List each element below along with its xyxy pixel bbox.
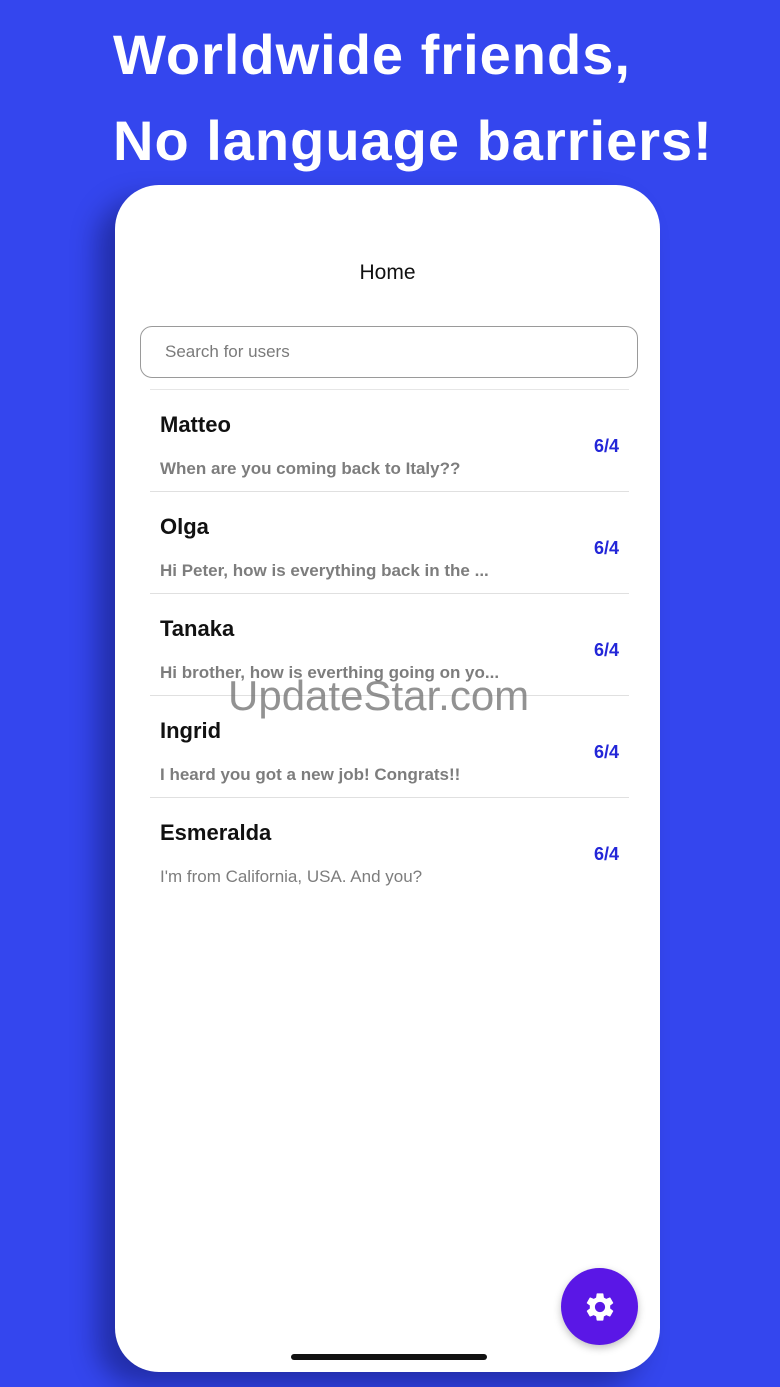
contact-name: Esmeralda [160, 820, 272, 845]
message-date: 6/4 [593, 436, 619, 456]
search-box[interactable] [140, 326, 638, 378]
message-preview: Hi Peter, how is everything back in the … [160, 561, 489, 580]
message-date: 6/4 [593, 844, 619, 864]
conversation-row[interactable]: Esmeralda I'm from California, USA. And … [150, 798, 629, 900]
page-title: Home [359, 261, 416, 284]
message-preview: When are you coming back to Italy?? [160, 459, 461, 478]
contact-name: Olga [160, 514, 209, 539]
contact-name: Ingrid [160, 718, 222, 743]
phone-screen: Home Matteo When are you coming back to … [115, 185, 660, 1372]
promo-headline-line2: No language barriers! [113, 109, 713, 172]
contact-name: Tanaka [160, 616, 235, 641]
gear-icon [586, 1292, 613, 1321]
home-indicator[interactable] [291, 1354, 487, 1360]
message-preview: Hi brother, how is everthing going on yo… [160, 663, 500, 682]
search-input[interactable] [141, 327, 637, 377]
settings-button[interactable] [561, 1268, 638, 1345]
promo-headline-line1: Worldwide friends, [113, 23, 631, 86]
message-preview: I'm from California, USA. And you? [160, 867, 423, 886]
message-date: 6/4 [593, 640, 619, 660]
conversation-row[interactable]: Tanaka Hi brother, how is everthing goin… [150, 594, 629, 696]
message-date: 6/4 [593, 742, 619, 762]
conversation-row[interactable]: Ingrid I heard you got a new job! Congra… [150, 696, 629, 798]
conversation-row[interactable]: Matteo When are you coming back to Italy… [150, 390, 629, 492]
conversation-row[interactable]: Olga Hi Peter, how is everything back in… [150, 492, 629, 594]
message-date: 6/4 [593, 538, 619, 558]
contact-name: Matteo [160, 412, 231, 437]
message-preview: I heard you got a new job! Congrats!! [160, 765, 461, 784]
conversation-list: Matteo When are you coming back to Italy… [150, 389, 629, 900]
